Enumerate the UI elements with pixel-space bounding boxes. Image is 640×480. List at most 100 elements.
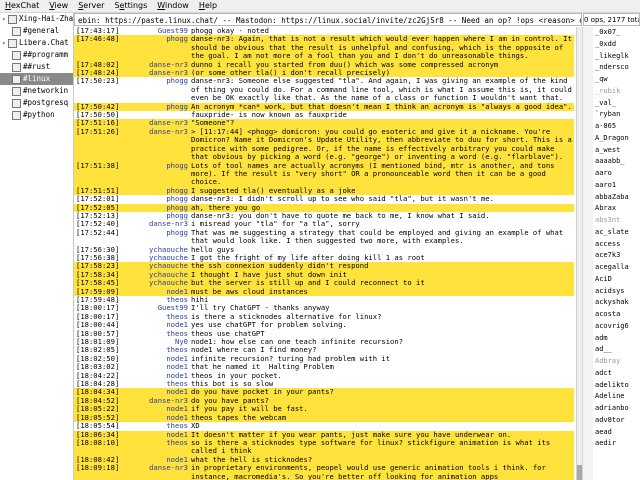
- user-list-item[interactable]: ackyshak: [593, 297, 640, 309]
- user-list-item[interactable]: Adbray: [593, 356, 640, 368]
- tree-label: #linux: [23, 74, 51, 83]
- user-list-item[interactable]: abs3nt: [593, 215, 640, 227]
- chat-message: [17:51:38] phogg Lots of tool names are ac…: [74, 161, 574, 187]
- message-text: danse-nr3: Someone else suggested "tla".…: [191, 76, 572, 103]
- message-nick[interactable]: phogg: [122, 77, 191, 102]
- user-list[interactable]: _0x07_ _0xdd _likeglk _ndersco _qw _rubik _val…: [593, 27, 640, 480]
- user-list-item[interactable]: Adeline: [593, 391, 640, 403]
- message-nick[interactable]: theos: [122, 438, 191, 456]
- topic-bar[interactable]: ebin: https://paste.linux.chat/ -- Masto…: [74, 13, 582, 26]
- user-list-item[interactable]: acosta: [593, 309, 640, 321]
- user-list-item[interactable]: aead: [593, 427, 640, 439]
- chat-message: [18:04:52] danse-nr3 do you have pants?: [74, 396, 574, 406]
- user-list-item[interactable]: abbaZaba: [593, 192, 640, 204]
- tree-channel[interactable]: ##rust: [0, 61, 73, 73]
- message-text: Lots of tool names are actually acronyms…: [191, 161, 574, 187]
- user-list-item[interactable]: aaro1: [593, 180, 640, 192]
- user-list-item[interactable]: acegalla: [593, 262, 640, 274]
- message-nick[interactable]: phogg: [122, 161, 191, 187]
- user-list-item[interactable]: AciD: [593, 274, 640, 286]
- user-list-item[interactable]: adv8tor: [593, 415, 640, 427]
- user-list-item[interactable]: adelikto: [593, 380, 640, 392]
- message-nick[interactable]: danse-nr3: [122, 463, 191, 480]
- hexchat-window: HexChat View Server Settings Window Help ▾ Xin…: [0, 0, 640, 480]
- message-text: That was me suggesting a strategy that c…: [191, 227, 568, 246]
- chat-message: [17:52:01] phogg danse-nr3: I didn't scrol…: [74, 194, 574, 203]
- user-list-item[interactable]: _ndersco: [593, 62, 640, 74]
- user-list-item[interactable]: adrianbo: [593, 403, 640, 415]
- menu-help[interactable]: Help: [194, 0, 222, 12]
- menu-window[interactable]: Window: [152, 0, 194, 12]
- message-text: fauxpride- is now known as fauxpride: [191, 110, 347, 120]
- tree-server[interactable]: ▾ Libera.Chat: [0, 37, 73, 49]
- user-count: 0 ops, 2177 total: [583, 13, 640, 26]
- message-nick[interactable]: danse-nr3: [122, 127, 191, 162]
- tree-server[interactable]: ▾ Xing-Hai-Zha: [0, 13, 73, 25]
- chat-message: [18:05:52] node1 theos tapes the webcam: [74, 413, 574, 423]
- channel-icon: [12, 74, 21, 84]
- user-list-item[interactable]: acovrig6: [593, 321, 640, 333]
- tree-channel[interactable]: #python: [0, 109, 73, 121]
- chat-message: [17:58:45] ychaouche but the server is sti…: [74, 278, 574, 288]
- channel-icon: [12, 98, 21, 108]
- tree-channel[interactable]: #postgresq: [0, 97, 73, 109]
- message-timestamp: [17:51:38]: [74, 161, 122, 187]
- channel-icon: [12, 86, 21, 96]
- user-list-item[interactable]: adm: [593, 333, 640, 345]
- chat-message: [18:09:18] danse-nr3 in proprietary enviro…: [74, 463, 574, 480]
- message-nick[interactable]: phogg: [122, 35, 191, 61]
- user-list-item[interactable]: adct: [593, 368, 640, 380]
- tree-label: Xing-Hai-Zha: [19, 14, 73, 23]
- message-timestamp: [18:09:18]: [74, 463, 122, 480]
- user-list-item[interactable]: _rubik: [593, 86, 640, 98]
- message-nick[interactable]: phogg: [122, 102, 191, 112]
- tree-label: ##rust: [23, 62, 51, 71]
- user-list-item[interactable]: acidsys: [593, 286, 640, 298]
- chat-message: [17:46:48] phogg danse-nr3: Again, that is…: [74, 35, 574, 61]
- tree-channel[interactable]: ##programm: [0, 49, 73, 61]
- menu-view[interactable]: View: [44, 0, 73, 12]
- chat-message: [17:51:26] danse-nr3 > [11:17:44] <phogg> …: [74, 127, 574, 162]
- tree-channel[interactable]: #general: [0, 25, 73, 37]
- chat-message: [18:00:44] node1 yes use chatGPT for probl…: [74, 320, 574, 329]
- user-list-item[interactable]: access: [593, 239, 640, 251]
- user-list-item[interactable]: _qw: [593, 74, 640, 86]
- user-list-item[interactable]: a-865: [593, 121, 640, 133]
- tree-label: ##programm: [23, 50, 69, 59]
- user-list-item[interactable]: ac_slate: [593, 227, 640, 239]
- chat-message: [18:05:22] node1 if you pay it will be fas…: [74, 404, 574, 414]
- user-list-item[interactable]: Abrax: [593, 203, 640, 215]
- user-list-item[interactable]: ace7k3: [593, 250, 640, 262]
- menu-settings[interactable]: Settings: [109, 0, 152, 12]
- message-timestamp: [17:52:44]: [76, 227, 120, 237]
- user-list-item[interactable]: ad__: [593, 344, 640, 356]
- user-list-item[interactable]: A_Dragon: [593, 133, 640, 145]
- channel-icon: [12, 62, 21, 72]
- message-timestamp: [17:46:48]: [74, 35, 122, 61]
- user-list-item[interactable]: _0xdd: [593, 39, 640, 51]
- tree-label: Libera.Chat: [19, 38, 69, 47]
- message-text: theos tapes the webcam: [191, 413, 574, 423]
- tree-channel[interactable]: #linux: [0, 73, 73, 85]
- message-nick[interactable]: phogg: [122, 228, 191, 246]
- user-list-item[interactable]: aaaabb_: [593, 156, 640, 168]
- tree-label: #postgresq: [23, 98, 69, 107]
- channel-icon: [12, 50, 21, 60]
- user-list-item[interactable]: `ryban: [593, 109, 640, 121]
- message-timestamp: [17:51:26]: [74, 127, 122, 162]
- menu-hexchat[interactable]: HexChat: [0, 0, 44, 12]
- chat-log[interactable]: [17:43:17] Guest99 phogg okay - noted [17:4…: [74, 27, 574, 480]
- user-list-item[interactable]: _likeglk: [593, 51, 640, 63]
- channel-tree: ▾ Xing-Hai-Zha #general ▾ Libera.Chat ##progr…: [0, 13, 74, 480]
- user-list-item[interactable]: a_west: [593, 145, 640, 157]
- server-icon: [8, 14, 17, 24]
- tree-channel[interactable]: #networkin: [0, 85, 73, 97]
- chat-message: [18:01:09] Ny0 node1: how else can one tea…: [74, 337, 574, 346]
- chat-message: [18:08:10] theos so is there a sticknodes …: [74, 438, 574, 456]
- user-list-item[interactable]: _0x07_: [593, 27, 640, 39]
- user-list-item[interactable]: aedir: [593, 438, 640, 450]
- menu-server[interactable]: Server: [73, 0, 109, 12]
- user-list-item[interactable]: _val_: [593, 98, 640, 110]
- menu-bar: HexChat View Server Settings Window Help: [0, 0, 640, 13]
- user-list-item[interactable]: aaro: [593, 168, 640, 180]
